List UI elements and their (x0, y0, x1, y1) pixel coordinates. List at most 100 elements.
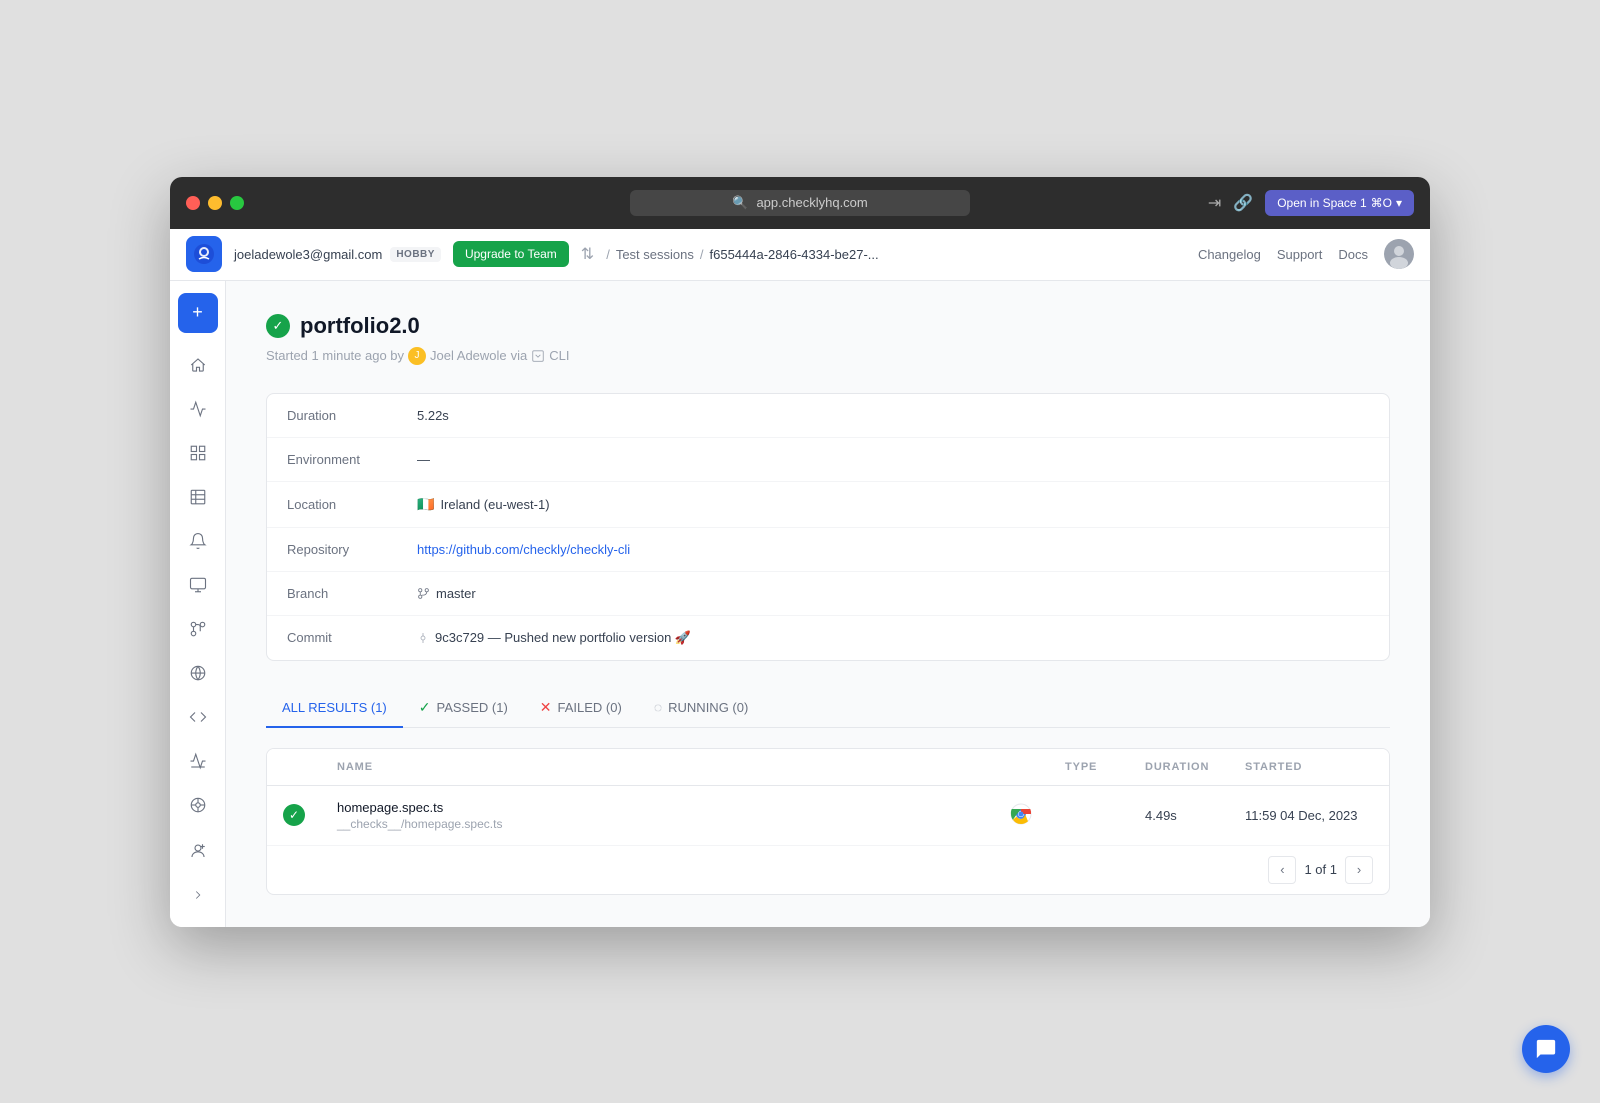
table-row[interactable]: ✓ homepage.spec.ts __checks__/homepage.s… (267, 785, 1389, 845)
row-type-cell (1049, 785, 1129, 845)
environment-label: Environment (287, 452, 417, 467)
tab-running-label: RUNNING (0) (668, 700, 748, 715)
page-subtitle: Started 1 minute ago by J Joel Adewole v… (266, 347, 1390, 365)
browser-actions: ⇥ 🔗 Open in Space 1 ⌘O ▾ (1208, 190, 1414, 216)
minimize-button[interactable] (208, 196, 222, 210)
location-label: Location (287, 497, 417, 512)
commit-icon (417, 632, 429, 644)
running-icon: ◌ (654, 699, 662, 715)
row-success-icon: ✓ (283, 804, 305, 826)
tab-failed[interactable]: ✕ FAILED (0) (524, 689, 638, 728)
tab-passed[interactable]: ✓ PASSED (1) (403, 689, 524, 728)
info-row-environment: Environment — (267, 438, 1389, 482)
sidebar-item-table[interactable] (178, 477, 218, 517)
info-row-duration: Duration 5.22s (267, 394, 1389, 438)
duration-value: 5.22s (417, 408, 449, 423)
row-name-cell: homepage.spec.ts __checks__/homepage.spe… (321, 785, 993, 845)
info-card: Duration 5.22s Environment — Location 🇮🇪… (266, 393, 1390, 661)
repository-label: Repository (287, 542, 417, 557)
sidebar-item-bell[interactable] (178, 521, 218, 561)
row-status-cell: ✓ (267, 785, 321, 845)
info-row-repository: Repository https://github.com/checkly/ch… (267, 528, 1389, 572)
ireland-flag: 🇮🇪 (417, 496, 434, 513)
search-icon: 🔍 (732, 195, 748, 211)
branch-value: master (417, 586, 476, 601)
app-logo (186, 236, 222, 272)
sidebar-item-location[interactable] (178, 785, 218, 825)
page-title-area: ✓ portfolio2.0 (266, 313, 1390, 339)
sidebar-expand-button[interactable] (178, 875, 218, 915)
main-content: ✓ portfolio2.0 Started 1 minute ago by J… (226, 281, 1430, 927)
sidebar-item-chart[interactable] (178, 741, 218, 781)
open-in-label: Open in Space 1 (1277, 196, 1366, 210)
environment-value: — (417, 452, 430, 467)
terminal-icon (531, 349, 545, 363)
col-started: STARTED (1229, 749, 1389, 786)
row-started-cell: 11:59 04 Dec, 2023 (1229, 785, 1389, 845)
close-button[interactable] (186, 196, 200, 210)
results-table-wrap: NAME TYPE DURATION STARTED ✓ (266, 748, 1390, 895)
col-status (267, 749, 321, 786)
sidebar-item-code[interactable] (178, 697, 218, 737)
url-text: app.checklyhq.com (756, 195, 867, 210)
sidebar-item-home[interactable] (178, 345, 218, 385)
sidebar-item-user-settings[interactable] (178, 831, 218, 871)
sidebar-item-activity[interactable] (178, 389, 218, 429)
row-duration-cell: 4.49s (1129, 785, 1229, 845)
chat-icon (1535, 1038, 1557, 1060)
changelog-link[interactable]: Changelog (1198, 247, 1261, 262)
sidebar-item-globe[interactable] (178, 653, 218, 693)
share-icon[interactable]: ⇥ (1208, 193, 1221, 213)
chat-button[interactable] (1522, 1025, 1570, 1073)
info-row-branch: Branch master (267, 572, 1389, 616)
nav-right: Changelog Support Docs (1198, 239, 1414, 269)
tab-all-results-label: ALL RESULTS (1) (282, 700, 387, 715)
open-in-space-button[interactable]: Open in Space 1 ⌘O ▾ (1265, 190, 1414, 216)
col-name: NAME (321, 749, 993, 786)
spec-path: __checks__/homepage.spec.ts (337, 817, 977, 831)
hobby-badge: HOBBY (390, 247, 441, 262)
sidebar-item-monitor[interactable] (178, 565, 218, 605)
status-icon: ✓ (266, 314, 290, 338)
repository-link[interactable]: https://github.com/checkly/checkly-cli (417, 542, 630, 557)
docs-link[interactable]: Docs (1338, 247, 1368, 262)
open-in-shortcut: ⌘O (1371, 196, 1392, 210)
col-type-icon (993, 749, 1049, 786)
col-duration: DURATION (1129, 749, 1229, 786)
support-link[interactable]: Support (1277, 247, 1323, 262)
tab-failed-label: FAILED (0) (558, 700, 622, 715)
failed-icon: ✕ (540, 699, 552, 716)
duration-label: Duration (287, 408, 417, 423)
sidebar-item-git[interactable] (178, 609, 218, 649)
branch-label: Branch (287, 586, 417, 601)
repository-value: https://github.com/checkly/checkly-cli (417, 542, 630, 557)
breadcrumb-test-sessions[interactable]: Test sessions (616, 247, 694, 262)
sidebar: + (170, 281, 226, 927)
avatar[interactable] (1384, 239, 1414, 269)
bookmark-icon[interactable]: 🔗 (1233, 193, 1253, 213)
browser-titlebar: 🔍 app.checklyhq.com ⇥ 🔗 Open in Space 1 … (170, 177, 1430, 229)
prev-page-button[interactable]: ‹ (1268, 856, 1296, 884)
passed-icon: ✓ (419, 699, 431, 716)
branch-icon (417, 587, 430, 600)
tab-running[interactable]: ◌ RUNNING (0) (638, 689, 765, 728)
commit-label: Commit (287, 630, 417, 645)
sidebar-item-grid[interactable] (178, 433, 218, 473)
add-button[interactable]: + (178, 293, 218, 333)
nav-expand-icon[interactable]: ⇅ (581, 244, 594, 264)
user-email: joeladewole3@gmail.com (234, 247, 382, 262)
tab-all-results[interactable]: ALL RESULTS (1) (266, 689, 403, 728)
user-info: joeladewole3@gmail.com HOBBY (234, 247, 441, 262)
info-row-location: Location 🇮🇪 Ireland (eu-west-1) (267, 482, 1389, 528)
location-value: 🇮🇪 Ireland (eu-west-1) (417, 496, 550, 513)
results-table: NAME TYPE DURATION STARTED ✓ (267, 749, 1389, 845)
pagination: ‹ 1 of 1 › (267, 845, 1389, 894)
next-page-button[interactable]: › (1345, 856, 1373, 884)
upgrade-button[interactable]: Upgrade to Team (453, 241, 569, 267)
col-type: TYPE (1049, 749, 1129, 786)
maximize-button[interactable] (230, 196, 244, 210)
breadcrumb-current: f655444a-2846-4334-be27-... (710, 247, 879, 262)
chevron-down-icon: ▾ (1396, 196, 1402, 210)
address-bar[interactable]: 🔍 app.checklyhq.com (630, 190, 970, 216)
info-row-commit: Commit 9c3c729 — Pushed new portfolio ve… (267, 616, 1389, 660)
